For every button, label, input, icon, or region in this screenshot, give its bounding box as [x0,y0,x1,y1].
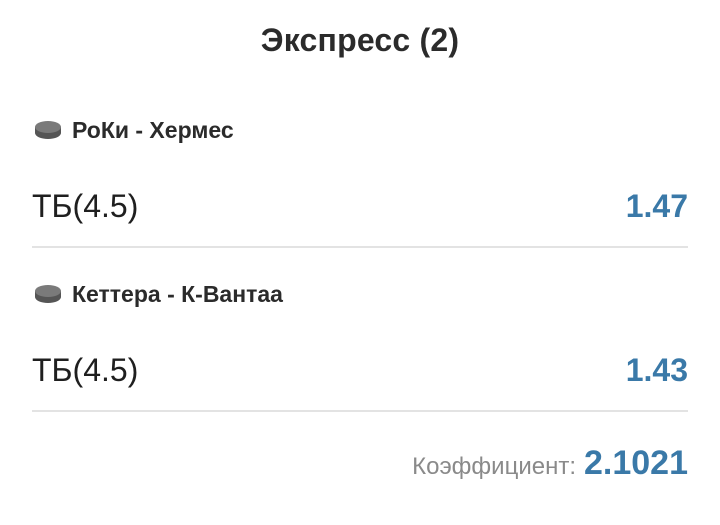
event-name: РоКи - Хермес [72,116,234,143]
hockey-puck-icon [35,121,61,139]
market-row: ТБ(4.5) 1.47 [32,186,688,226]
odds-value: 1.47 [625,187,688,224]
market-name: ТБ(4.5) [32,187,139,224]
bet-item[interactable]: Кеттера - К-Вантаа ТБ(4.5) 1.43 [32,276,688,412]
total-odds-value: 2.1021 [584,444,688,482]
hockey-puck-icon [35,285,61,303]
page-title: Экспресс (2) [260,22,460,58]
divider [32,410,688,412]
odds-value: 1.43 [625,351,688,388]
divider [32,246,688,248]
total-odds-row: Коэффициент: 2.1021 [412,444,688,483]
total-odds-label: Коэффициент: [412,453,576,480]
event-row: Кеттера - К-Вантаа [32,276,688,312]
event-name: Кеттера - К-Вантаа [72,280,283,307]
market-row: ТБ(4.5) 1.43 [32,350,688,390]
market-name: ТБ(4.5) [32,351,139,388]
express-bet-card: Экспресс (2) РоКи - Хермес ТБ(4.5) 1.47 … [0,0,720,525]
event-row: РоКи - Хермес [32,112,688,148]
bet-item[interactable]: РоКи - Хермес ТБ(4.5) 1.47 [32,112,688,248]
